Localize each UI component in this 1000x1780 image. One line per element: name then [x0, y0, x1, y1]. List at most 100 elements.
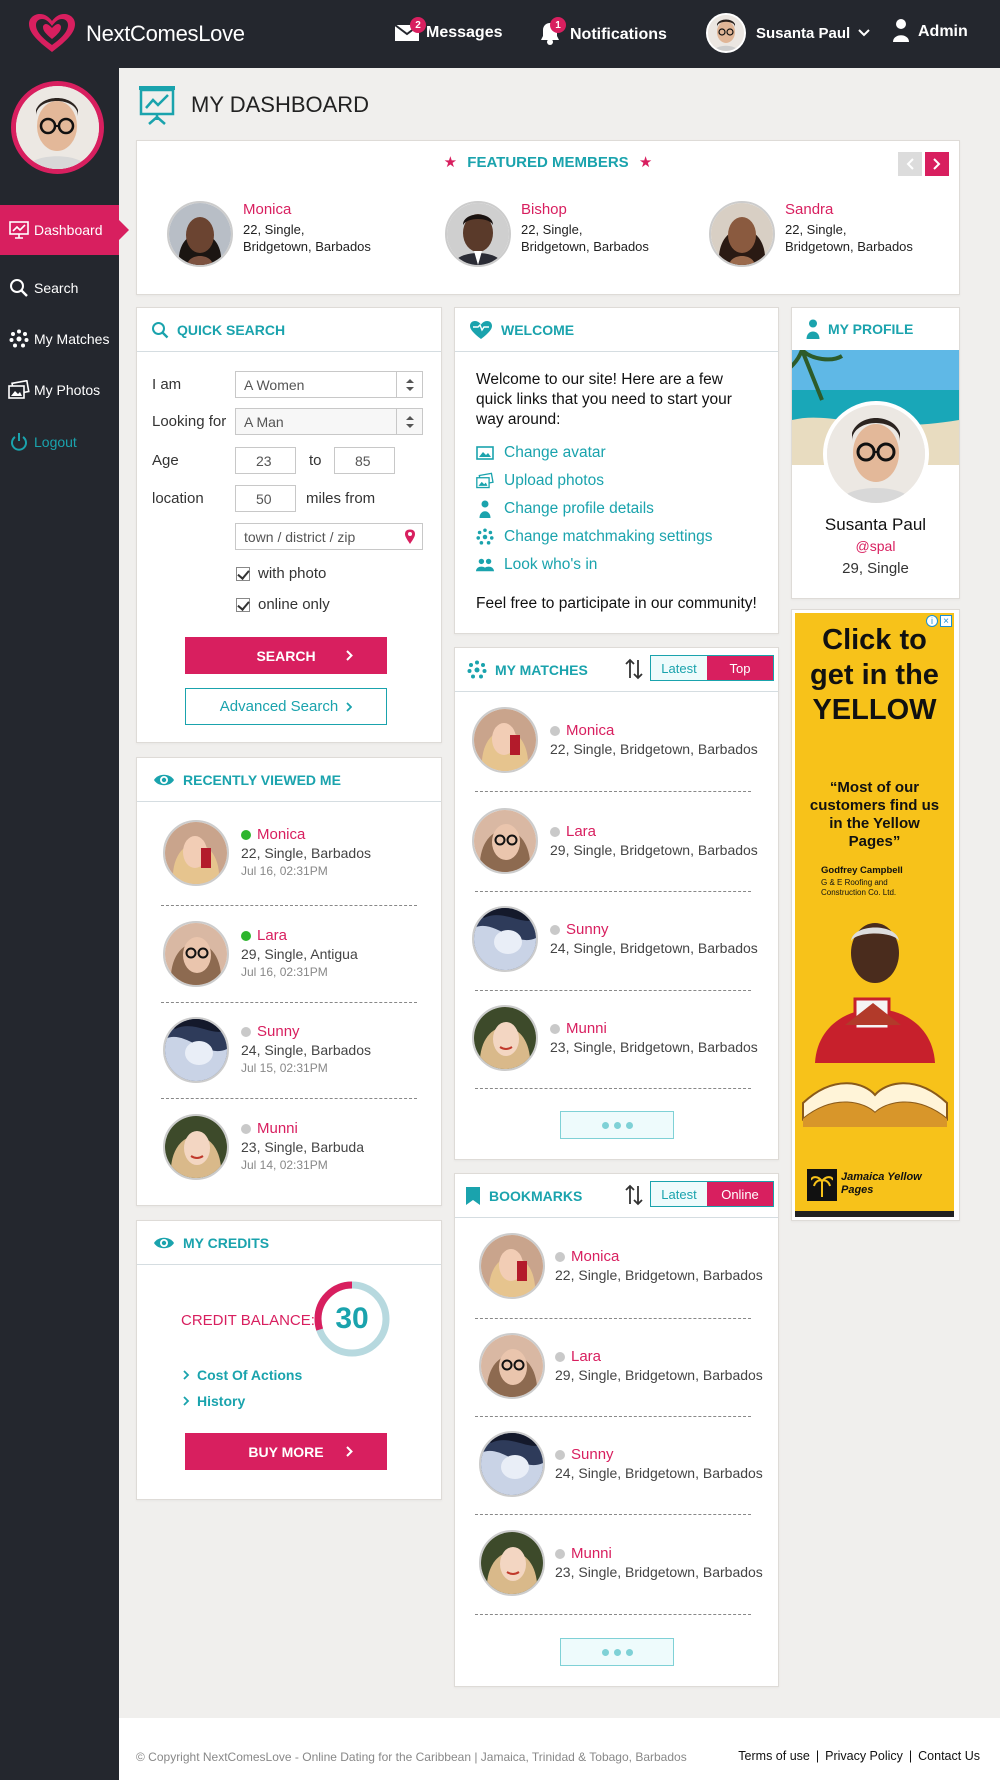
- checkbox-checked-icon: [236, 566, 250, 581]
- search-button[interactable]: SEARCH: [185, 637, 387, 674]
- member-name-row: Sunny: [241, 1023, 371, 1041]
- sidebar-item-my-photos[interactable]: My Photos: [0, 365, 119, 415]
- footer: © Copyright NextComesLove - Online Datin…: [119, 1718, 1000, 1780]
- admin-link[interactable]: Admin: [892, 18, 968, 42]
- list-item[interactable]: Monica 22, Single, Bridgetown, Barbados: [472, 707, 758, 773]
- list-item[interactable]: Sunny 24, Single, Bridgetown, Barbados: [472, 906, 758, 972]
- bookmark-icon: [465, 1186, 481, 1206]
- with-photo-checkbox[interactable]: with photo: [236, 565, 326, 582]
- chevron-right-icon: [346, 701, 353, 712]
- change-profile-details-link[interactable]: Change profile details: [476, 500, 654, 518]
- list-item[interactable]: Sunny 24, Single, Barbados Jul 15, 02:31PM: [163, 1017, 371, 1083]
- load-more-button[interactable]: [560, 1638, 674, 1666]
- user-menu[interactable]: Susanta Paul: [706, 13, 870, 53]
- advanced-search-button[interactable]: Advanced Search: [185, 688, 387, 725]
- member-name-row: Lara: [241, 927, 358, 945]
- sidebar-item-my-matches[interactable]: My Matches: [0, 314, 119, 364]
- list-item[interactable]: Munni 23, Single, Bridgetown, Barbados: [472, 1005, 758, 1071]
- privacy-link[interactable]: Privacy Policy: [825, 1749, 903, 1763]
- member-name: Munni: [571, 1545, 612, 1562]
- history-link[interactable]: History: [183, 1393, 245, 1409]
- featured-member-card[interactable]: Bishop 22, Single, Bridgetown, Barbados: [445, 201, 649, 267]
- list-item[interactable]: Munni 23, Single, Barbuda Jul 14, 02:31PM: [163, 1114, 364, 1180]
- eye-icon: [153, 773, 175, 787]
- zip-placeholder: town / district / zip: [244, 528, 356, 545]
- terms-link[interactable]: Terms of use: [738, 1749, 810, 1763]
- age-to-label: to: [309, 452, 322, 469]
- upload-photos-link[interactable]: Upload photos: [476, 472, 604, 490]
- age-to-input[interactable]: 85: [334, 447, 395, 474]
- sidebar-item-label: Logout: [34, 434, 77, 450]
- change-matchmaking-settings-link[interactable]: Change matchmaking settings: [476, 528, 713, 546]
- member-photo: [472, 906, 538, 972]
- sidebar-item-logout[interactable]: Logout: [0, 417, 119, 467]
- bookmarks-panel: BOOKMARKS Latest Online Monica 22, Single…: [454, 1173, 779, 1687]
- member-details: 23, Single, Barbuda: [241, 1139, 364, 1155]
- chevron-right-icon: [933, 158, 941, 170]
- tab-online[interactable]: Online: [707, 1182, 773, 1206]
- logo[interactable]: NextComesLove: [26, 12, 245, 56]
- member-name-row: Munni: [555, 1545, 763, 1563]
- sidebar: Dashboard Search My Matches My Photos Lo…: [0, 68, 129, 1780]
- change-avatar-link[interactable]: Change avatar: [476, 444, 606, 462]
- load-more-button[interactable]: [560, 1111, 674, 1139]
- divider: [475, 1614, 751, 1615]
- search-icon: [151, 321, 169, 339]
- messages-link[interactable]: 2 Messages: [394, 17, 503, 42]
- list-item[interactable]: Lara 29, Single, Bridgetown, Barbados: [479, 1333, 763, 1399]
- sort-icon[interactable]: [625, 658, 643, 680]
- member-details: 23, Single, Bridgetown, Barbados: [550, 1039, 758, 1055]
- zip-input[interactable]: town / district / zip: [235, 523, 423, 550]
- tab-top[interactable]: Top: [707, 656, 773, 680]
- contact-link[interactable]: Contact Us: [918, 1749, 980, 1763]
- sidebar-item-label: Dashboard: [34, 222, 103, 238]
- ad-brand: Jamaica Yellow Pages: [841, 1171, 922, 1196]
- miles-label: miles from: [306, 490, 376, 507]
- buy-more-button[interactable]: BUY MORE: [185, 1433, 387, 1470]
- history-label: History: [197, 1393, 246, 1409]
- member-details: 24, Single, Bridgetown, Barbados: [555, 1465, 763, 1481]
- sidebar-avatar[interactable]: [11, 81, 104, 174]
- viewed-date: Jul 14, 02:31PM: [241, 1158, 328, 1172]
- featured-member-card[interactable]: Monica 22, Single, Bridgetown, Barbados: [167, 201, 371, 267]
- tab-latest[interactable]: Latest: [651, 1182, 707, 1206]
- featured-next-button[interactable]: [925, 152, 949, 176]
- my-matches-panel: MY MATCHES Latest Top Monica 22, Single, …: [454, 647, 779, 1160]
- tab-latest[interactable]: Latest: [651, 656, 707, 680]
- featured-title-row: ★ FEATURED MEMBERS ★: [137, 153, 959, 171]
- recently-viewed-panel: RECENTLY VIEWED ME Monica 22, Single, Bar…: [136, 757, 442, 1206]
- looking-for-select[interactable]: A Man: [235, 408, 423, 435]
- matches-icon: [467, 660, 487, 680]
- featured-member-card[interactable]: Sandra 22, Single, Bridgetown, Barbados: [709, 201, 913, 267]
- sort-icon[interactable]: [625, 1184, 643, 1206]
- advanced-search-label: Advanced Search: [219, 698, 339, 715]
- age-from-input[interactable]: 23: [235, 447, 296, 474]
- featured-prev-button[interactable]: [898, 152, 922, 176]
- cost-of-actions-link[interactable]: Cost Of Actions: [183, 1367, 302, 1383]
- profile-avatar[interactable]: [823, 401, 929, 507]
- member-details: 29, Single, Bridgetown, Barbados: [550, 842, 758, 858]
- miles-input[interactable]: 50: [235, 485, 296, 512]
- member-photo: [479, 1431, 545, 1497]
- viewed-date: Jul 15, 02:31PM: [241, 1061, 328, 1075]
- member-details: 29, Single, Antigua: [241, 946, 358, 962]
- list-item[interactable]: Monica 22, Single, Barbados Jul 16, 02:31P…: [163, 820, 371, 886]
- list-item[interactable]: Munni 23, Single, Bridgetown, Barbados: [479, 1530, 763, 1596]
- list-item[interactable]: Monica 22, Single, Bridgetown, Barbados: [479, 1233, 763, 1299]
- advertisement[interactable]: i × Click to get in the YELLOW “Most of …: [791, 609, 960, 1221]
- sidebar-item-search[interactable]: Search: [0, 263, 119, 313]
- i-am-select[interactable]: A Women: [235, 371, 423, 398]
- member-details: 22, Single,: [521, 222, 583, 237]
- online-only-checkbox[interactable]: online only: [236, 596, 330, 613]
- my-credits-title: MY CREDITS: [183, 1234, 270, 1251]
- featured-title: FEATURED MEMBERS: [467, 154, 629, 171]
- sidebar-item-dashboard[interactable]: Dashboard: [0, 205, 129, 255]
- list-item[interactable]: Lara 29, Single, Antigua Jul 16, 02:31PM: [163, 921, 358, 987]
- quick-search-panel: QUICK SEARCH I am A Women Looking for A …: [136, 307, 442, 743]
- list-item[interactable]: Sunny 24, Single, Bridgetown, Barbados: [479, 1431, 763, 1497]
- profile-name: Susanta Paul: [824, 515, 927, 534]
- user-name: Susanta Paul: [756, 24, 851, 42]
- notifications-link[interactable]: 1 Notifications: [536, 17, 667, 46]
- list-item[interactable]: Lara 29, Single, Bridgetown, Barbados: [472, 808, 758, 874]
- look-whos-in-link[interactable]: Look who's in: [476, 556, 597, 574]
